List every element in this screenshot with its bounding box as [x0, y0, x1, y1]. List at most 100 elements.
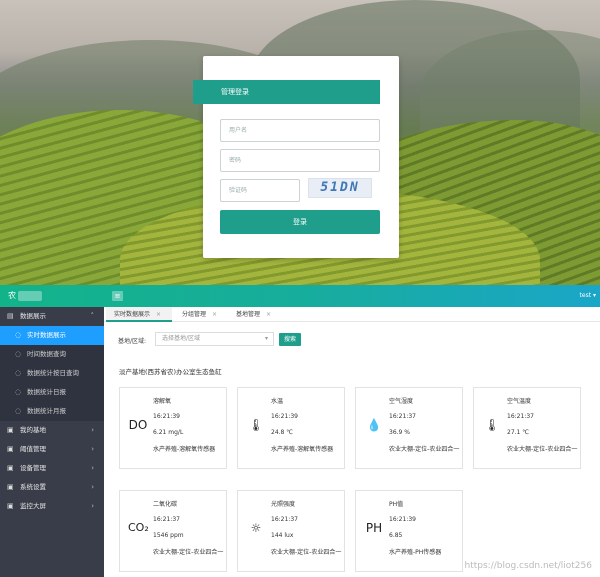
tab-realtime[interactable]: 实时数据展示 ×	[106, 307, 172, 322]
base-area-select[interactable]: 选择基地/区域 ▾	[155, 332, 274, 346]
sidebar-item-label: 我的基地	[20, 426, 46, 434]
sensor-time: 16:21:37	[507, 413, 534, 420]
app-logo: 农	[8, 291, 16, 300]
sensor-time: 16:21:39	[271, 413, 298, 420]
sensor-value: 36.9 %	[389, 429, 410, 436]
bullet-icon: ◌	[15, 369, 22, 377]
sensor-location: 农业大棚-定位-农业四合一	[153, 549, 224, 556]
sensor-icon: 💧	[366, 418, 382, 432]
sidebar-group[interactable]: ▣ 阈值管理 ›	[0, 440, 104, 459]
sensor-location: 水产养殖-溶解氧传感器	[153, 446, 216, 453]
chevron-right-icon: ›	[91, 426, 94, 434]
chevron-up-icon: ˄	[90, 312, 95, 320]
bullet-icon: ◌	[15, 388, 22, 396]
sidebar: ▤ 数据展示 ˄ ◌ 实时数据展示 ◌ 时间数据查询 ◌ 数据统计按日查询 ◌ 数据统计日报 ◌ 数据统…	[0, 307, 104, 577]
sensor-time: 16:21:37	[271, 516, 298, 523]
sensor-icon: 🌡	[484, 418, 500, 432]
sensor-time: 16:21:37	[153, 516, 180, 523]
login-button[interactable]: 登录	[220, 210, 380, 234]
menu-toggle-icon[interactable]: ≡	[112, 291, 123, 301]
filter-label: 基地/区域:	[118, 338, 147, 345]
sensor-value: 144 lux	[271, 532, 294, 539]
chevron-right-icon: ›	[91, 483, 94, 491]
chevron-right-icon: ›	[91, 502, 94, 510]
sidebar-group[interactable]: ▤ 数据展示 ˄	[0, 307, 104, 326]
close-icon[interactable]: ×	[156, 311, 161, 318]
sensor-location: 水产养殖-溶解氧传感器	[271, 446, 334, 453]
sensor-location: 农业大棚-定位-农业四合一	[507, 446, 578, 453]
sidebar-item-label: 数据统计按日查询	[27, 369, 79, 377]
sidebar-item[interactable]: ◌ 数据统计日报	[0, 383, 104, 402]
sidebar-item-label: 数据展示	[20, 312, 46, 320]
bullet-icon: ◌	[15, 350, 22, 358]
sensor-time: 16:21:39	[153, 413, 180, 420]
group-icon: ▣	[7, 426, 14, 434]
sensor-value: 27.1 ℃	[507, 429, 530, 436]
sensor-value: 1546 ppm	[153, 532, 184, 539]
sensor-icon: ☼	[250, 521, 262, 535]
sidebar-group[interactable]: ▣ 设备管理 ›	[0, 459, 104, 478]
chevron-right-icon: ›	[91, 464, 94, 472]
login-screen: 管理登录 用户名 密码 验证码 51DN 登录	[0, 0, 600, 285]
password-field[interactable]: 密码	[220, 149, 380, 172]
login-title: 管理登录	[193, 80, 380, 104]
sidebar-group[interactable]: ▣ 系统设置 ›	[0, 478, 104, 497]
section-title: 淡产基地(西苏省农)办公室生态鱼缸	[119, 368, 222, 376]
group-icon: ▣	[7, 483, 14, 491]
sensor-icon: DO	[128, 418, 148, 432]
tab-bar: 实时数据展示 × 分组管理 × 基地管理 ×	[104, 307, 600, 322]
list-icon: ▤	[7, 312, 14, 320]
sidebar-item[interactable]: ◌ 数据统计月报	[0, 402, 104, 421]
sensor-icon: PH	[365, 521, 383, 535]
group-icon: ▣	[7, 445, 14, 453]
sensor-value: 6.85	[389, 532, 403, 539]
top-bar: 农 ≡ test ▾	[0, 285, 600, 307]
tab-label: 分组管理	[182, 311, 207, 318]
sensor-name: 水温	[271, 398, 284, 405]
sidebar-item[interactable]: ◌ 实时数据展示	[0, 326, 104, 345]
sidebar-group[interactable]: ▣ 监控大屏 ›	[0, 497, 104, 516]
username-field[interactable]: 用户名	[220, 119, 380, 142]
sidebar-group[interactable]: ▣ 我的基地 ›	[0, 421, 104, 440]
group-icon: ▣	[7, 502, 14, 510]
select-placeholder: 选择基地/区域	[162, 335, 201, 342]
sensor-card[interactable]: CO₂ 二氧化碳 16:21:37 1546 ppm 农业大棚-定位-农业四合一	[119, 490, 227, 572]
sensor-name: 二氧化碳	[153, 501, 178, 508]
dashboard: 农 ≡ test ▾ ▤ 数据展示 ˄ ◌ 实时数据展示 ◌ 时间数据查询 ◌ 数据统计按日查询…	[0, 285, 600, 577]
sensor-time: 16:21:39	[389, 516, 416, 523]
sensor-name: 光照强度	[271, 501, 296, 508]
sensor-card[interactable]: DO 溶解氧 16:21:39 6.21 mg/L 水产养殖-溶解氧传感器	[119, 387, 227, 469]
sensor-icon: CO₂	[128, 521, 149, 534]
sensor-card[interactable]: ☼ 光照强度 16:21:37 144 lux 农业大棚-定位-农业四合一	[237, 490, 345, 572]
sensor-name: 空气湿度	[389, 398, 414, 405]
close-icon[interactable]: ×	[212, 311, 217, 318]
tab-base-manage[interactable]: 基地管理 ×	[228, 307, 282, 322]
sidebar-item-label: 时间数据查询	[27, 350, 66, 358]
captcha-image[interactable]: 51DN	[308, 178, 372, 198]
captcha-field[interactable]: 验证码	[220, 179, 300, 202]
bullet-icon: ◌	[15, 331, 22, 339]
sensor-icon: 🌡	[248, 418, 264, 432]
sensor-location: 农业大棚-定位-农业四合一	[271, 549, 342, 556]
sidebar-item[interactable]: ◌ 数据统计按日查询	[0, 364, 104, 383]
sidebar-item-label: 阈值管理	[20, 445, 46, 453]
sensor-value: 24.8 ℃	[271, 429, 294, 436]
sensor-card[interactable]: 💧 空气湿度 16:21:37 36.9 % 农业大棚-定位-农业四合一	[355, 387, 463, 469]
user-menu[interactable]: test ▾	[580, 285, 596, 307]
sensor-card[interactable]: PH PH值 16:21:39 6.85 水产养殖-PH传感器	[355, 490, 463, 572]
tab-group-manage[interactable]: 分组管理 ×	[174, 307, 226, 322]
sensor-card[interactable]: 🌡 空气温度 16:21:37 27.1 ℃ 农业大棚-定位-农业四合一	[473, 387, 581, 469]
chevron-right-icon: ›	[91, 445, 94, 453]
login-card: 管理登录 用户名 密码 验证码 51DN 登录	[193, 56, 399, 258]
sensor-name: PH值	[389, 501, 404, 508]
tab-label: 实时数据展示	[114, 311, 151, 318]
sensor-time: 16:21:37	[389, 413, 416, 420]
search-button[interactable]: 搜索	[279, 333, 301, 346]
sidebar-item-label: 实时数据展示	[27, 331, 66, 339]
sensor-location: 水产养殖-PH传感器	[389, 549, 442, 556]
close-icon[interactable]: ×	[266, 311, 271, 318]
group-icon: ▣	[7, 464, 14, 472]
sensor-card[interactable]: 🌡 水温 16:21:39 24.8 ℃ 水产养殖-溶解氧传感器	[237, 387, 345, 469]
sidebar-item[interactable]: ◌ 时间数据查询	[0, 345, 104, 364]
sensor-name: 空气温度	[507, 398, 532, 405]
